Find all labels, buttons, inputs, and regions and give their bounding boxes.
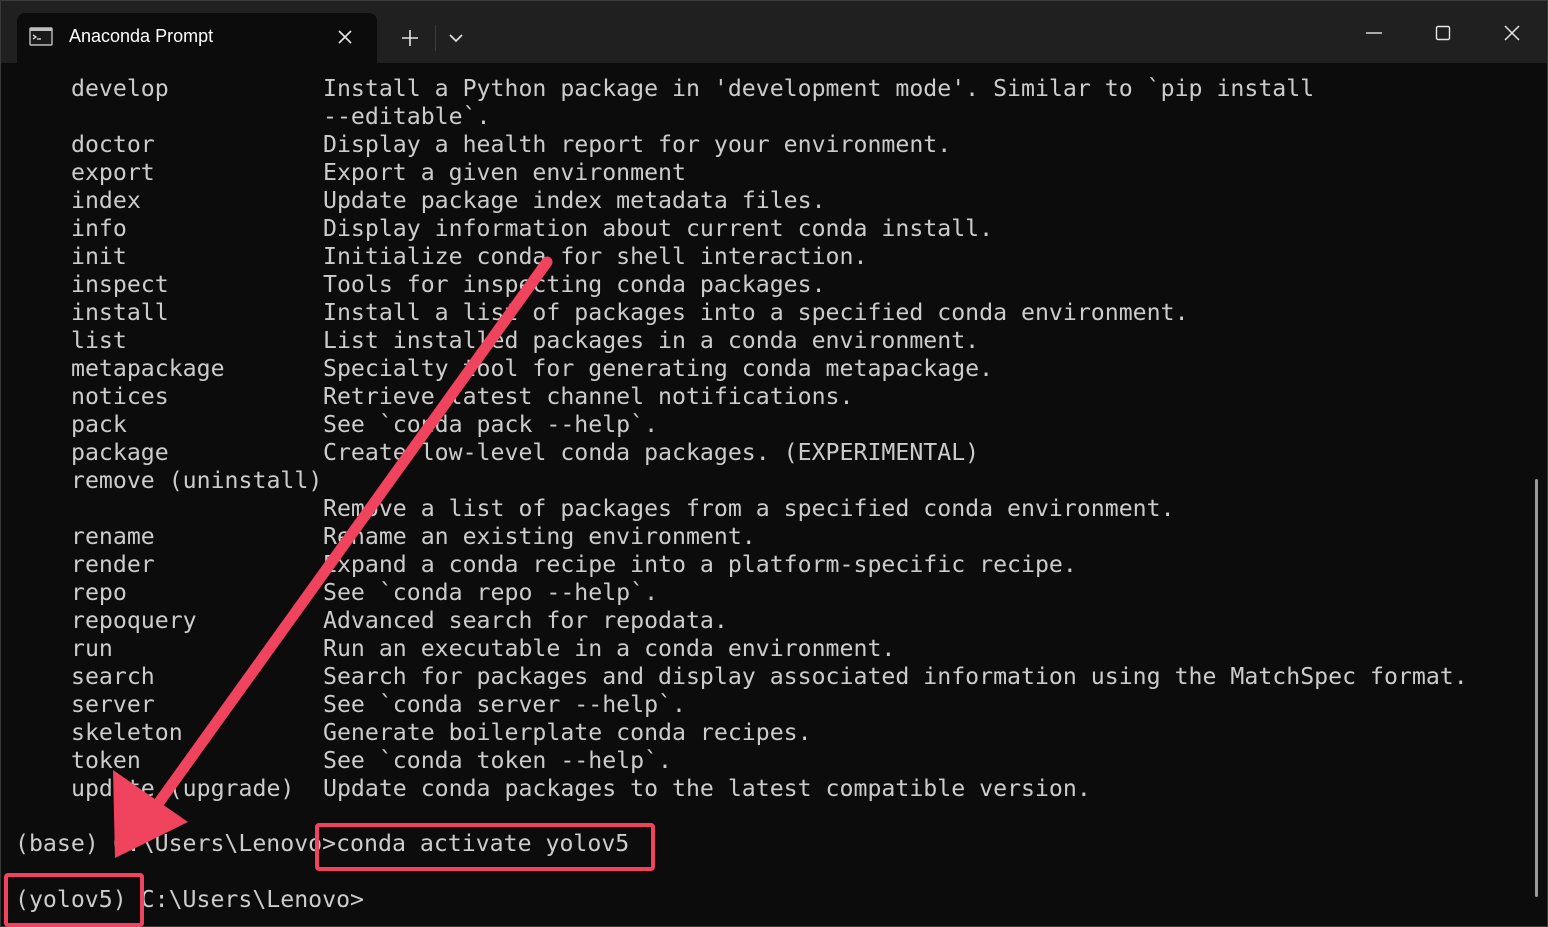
command-description: Export a given environment bbox=[323, 159, 686, 186]
command-description: Display a health report for your environ… bbox=[323, 131, 952, 158]
command-description: Remove a list of packages from a specifi… bbox=[323, 495, 1175, 522]
command-description: Run an executable in a conda environment… bbox=[323, 635, 896, 662]
command-name: remove (uninstall) bbox=[71, 467, 323, 494]
command-description: Display information about current conda … bbox=[323, 215, 994, 242]
command-description: See `conda repo --help`. bbox=[323, 579, 659, 606]
terminal-icon bbox=[29, 26, 53, 48]
prompt-line-yolov5: (yolov5) C:\Users\Lenovo> bbox=[15, 886, 364, 914]
command-name: repoquery bbox=[71, 607, 197, 634]
command-name: index bbox=[71, 187, 141, 214]
scrollbar-thumb[interactable] bbox=[1535, 479, 1538, 897]
close-window-icon[interactable] bbox=[1489, 15, 1535, 51]
command-description: Search for packages and display associat… bbox=[323, 663, 1468, 690]
command-description: See `conda pack --help`. bbox=[323, 411, 659, 438]
command-name: inspect bbox=[71, 271, 169, 298]
command-description: Advanced search for repodata. bbox=[323, 607, 728, 634]
command-description: Retrieve latest channel notifications. bbox=[323, 383, 854, 410]
command-name: package bbox=[71, 439, 169, 466]
command-description: See `conda server --help`. bbox=[323, 691, 686, 718]
tab-title: Anaconda Prompt bbox=[69, 26, 214, 46]
command-name: rename bbox=[71, 523, 155, 550]
command-description: Initialize conda for shell interaction. bbox=[323, 243, 868, 270]
command-name: repo bbox=[71, 579, 127, 606]
command-name: metapackage bbox=[71, 355, 225, 382]
command-description: Generate boilerplate conda recipes. bbox=[323, 719, 812, 746]
command-description: List installed packages in a conda envir… bbox=[323, 327, 980, 354]
prompt-path: C:\Users\Lenovo> bbox=[126, 886, 365, 913]
terminal-window: Anaconda Prompt develop Install a Python… bbox=[0, 0, 1548, 927]
command-name: run bbox=[71, 635, 113, 662]
command-description: Rename an existing environment. bbox=[323, 523, 756, 550]
tab-anaconda-prompt[interactable]: Anaconda Prompt bbox=[17, 13, 377, 63]
title-bar: Anaconda Prompt bbox=[1, 1, 1547, 63]
close-icon[interactable] bbox=[333, 25, 357, 49]
command-description: Tools for inspecting conda packages. bbox=[323, 271, 826, 298]
maximize-icon[interactable] bbox=[1420, 15, 1466, 51]
plus-icon[interactable] bbox=[395, 23, 425, 53]
terminal-output[interactable]: develop Install a Python package in 'deve… bbox=[1, 63, 1531, 927]
command-description: Create low-level conda packages. (EXPERI… bbox=[323, 439, 980, 466]
command-name: doctor bbox=[71, 131, 155, 158]
typed-command: >conda activate yolov5 bbox=[322, 830, 630, 857]
command-name: update (upgrade) bbox=[71, 775, 295, 802]
command-description: Specialty tool for generating conda meta… bbox=[323, 355, 994, 382]
env-label: (base) bbox=[15, 830, 99, 857]
command-name: token bbox=[71, 747, 141, 774]
command-description: --editable`. bbox=[323, 103, 491, 130]
command-name: server bbox=[71, 691, 155, 718]
tab-divider bbox=[435, 25, 436, 51]
command-description: Install a Python package in 'development… bbox=[323, 75, 1315, 102]
command-name: skeleton bbox=[71, 719, 183, 746]
command-name: search bbox=[71, 663, 155, 690]
prompt-line-base: (base) C:\Users\Lenovo>conda activate yo… bbox=[15, 830, 629, 858]
command-name: info bbox=[71, 215, 127, 242]
command-name: export bbox=[71, 159, 155, 186]
command-name: render bbox=[71, 551, 155, 578]
env-label: (yolov5) bbox=[15, 886, 127, 913]
minimize-icon[interactable] bbox=[1351, 15, 1397, 51]
command-name: notices bbox=[71, 383, 169, 410]
command-description: Expand a conda recipe into a platform-sp… bbox=[323, 551, 1077, 578]
command-name: install bbox=[71, 299, 169, 326]
command-name: list bbox=[71, 327, 127, 354]
command-description: Update conda packages to the latest comp… bbox=[323, 775, 1091, 802]
command-description: Update package index metadata files. bbox=[323, 187, 826, 214]
prompt-path: C:\Users\Lenovo bbox=[98, 830, 323, 857]
command-description: Install a list of packages into a specif… bbox=[323, 299, 1189, 326]
command-name: develop bbox=[71, 75, 169, 102]
chevron-down-icon[interactable] bbox=[443, 25, 469, 51]
command-name: pack bbox=[71, 411, 127, 438]
command-description: See `conda token --help`. bbox=[323, 747, 673, 774]
command-name: init bbox=[71, 243, 127, 270]
